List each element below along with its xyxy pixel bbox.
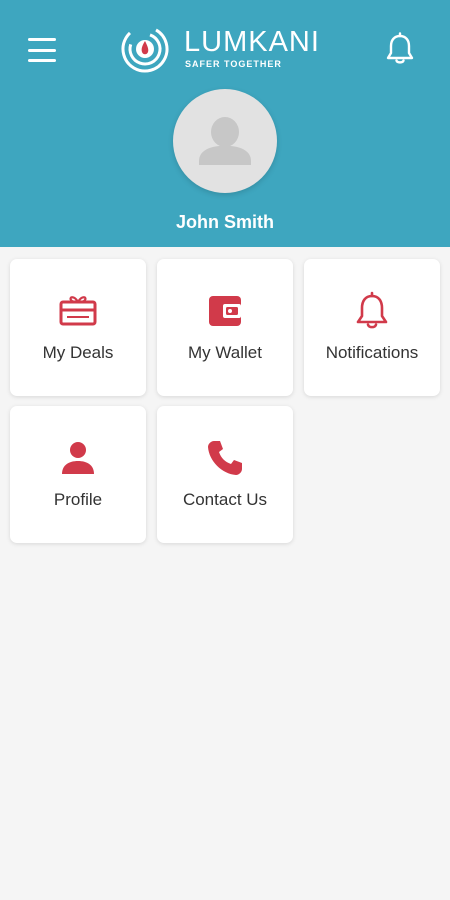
user-icon bbox=[62, 442, 94, 474]
tile-label: Profile bbox=[53, 490, 103, 509]
app-header: LUMKANI SAFER TOGETHER John Smith bbox=[0, 0, 450, 247]
brand-name: LUMKANI bbox=[184, 26, 320, 58]
avatar[interactable] bbox=[173, 89, 277, 193]
tile-label: Contact Us bbox=[182, 490, 268, 509]
user-name: John Smith bbox=[176, 212, 274, 232]
notifications-bell-icon[interactable] bbox=[384, 32, 416, 66]
phone-icon bbox=[208, 441, 242, 475]
gift-card-icon bbox=[59, 296, 97, 326]
brand-logo: LUMKANI SAFER TOGETHER bbox=[120, 24, 340, 76]
tile-label: My Wallet bbox=[188, 343, 262, 362]
tile-profile[interactable]: Profile bbox=[10, 406, 146, 543]
lumkani-logo-icon bbox=[121, 25, 169, 73]
tile-label: Notifications bbox=[325, 343, 419, 362]
tile-notifications[interactable]: Notifications bbox=[304, 259, 440, 396]
tile-label: My Deals bbox=[42, 343, 114, 362]
brand-tagline: SAFER TOGETHER bbox=[185, 59, 282, 69]
tile-contact-us[interactable]: Contact Us bbox=[157, 406, 293, 543]
hamburger-menu-icon[interactable] bbox=[28, 38, 56, 62]
person-silhouette-icon bbox=[199, 117, 251, 165]
wallet-icon bbox=[209, 296, 241, 326]
tile-my-deals[interactable]: My Deals bbox=[10, 259, 146, 396]
bell-icon bbox=[356, 291, 388, 329]
tile-my-wallet[interactable]: My Wallet bbox=[157, 259, 293, 396]
